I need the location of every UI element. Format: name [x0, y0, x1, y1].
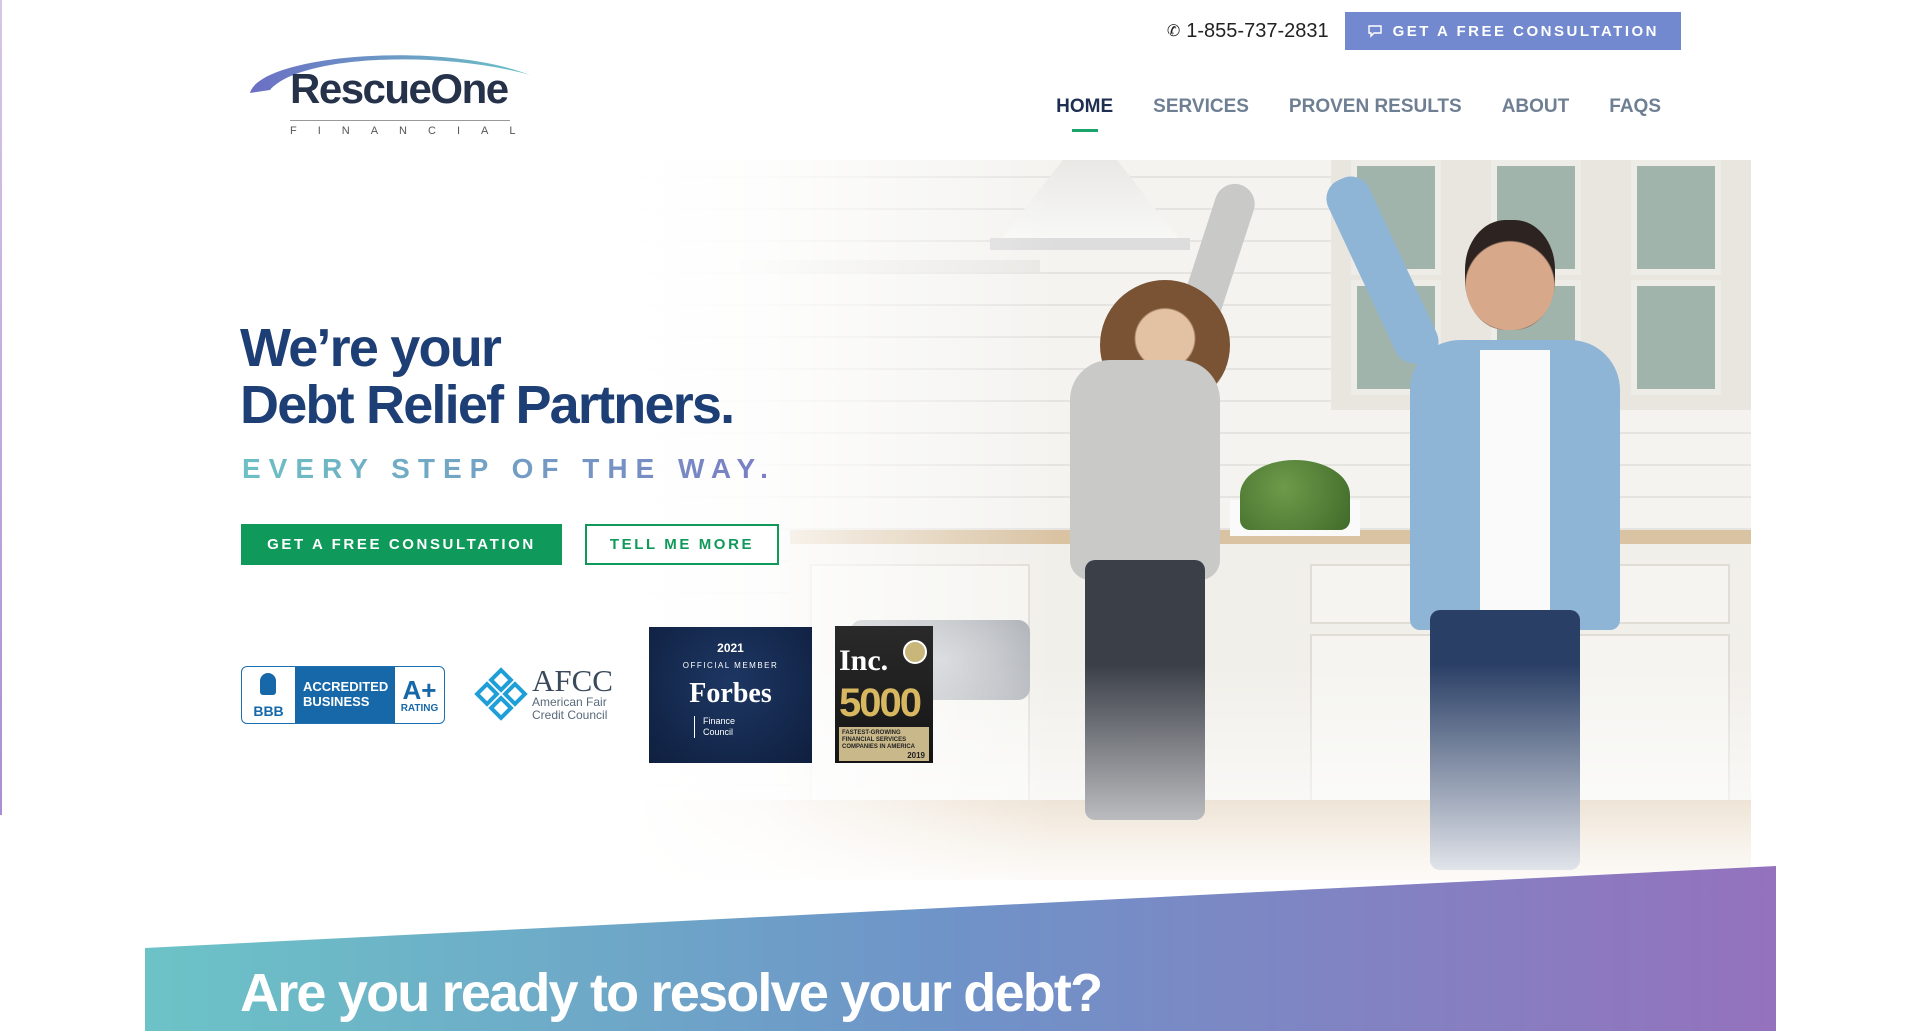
top-consultation-label: GET A FREE CONSULTATION [1392, 22, 1659, 40]
tell-me-more-button[interactable]: TELL ME MORE [585, 524, 779, 565]
afcc-line2: Credit Council [532, 708, 608, 722]
bbb-text: ACCREDITED BUSINESS [295, 667, 395, 723]
forbes-council: Finance Council [694, 716, 754, 738]
free-consultation-button[interactable]: GET A FREE CONSULTATION [241, 524, 562, 565]
inc-seal-icon [903, 640, 927, 664]
nav-proven-results[interactable]: PROVEN RESULTS [1289, 96, 1462, 118]
phone-link[interactable]: ✆ 1-855-737-2831 [1167, 20, 1329, 43]
page: ✆ 1-855-737-2831 GET A FREE CONSULTATION… [0, 0, 1921, 1031]
inc-number: 5000 [839, 681, 922, 725]
afcc-badge[interactable]: AFCC American Fair Credit Council [474, 663, 621, 724]
top-consultation-button[interactable]: GET A FREE CONSULTATION [1344, 12, 1681, 50]
logo[interactable]: RescueOne FINANCIAL [240, 45, 530, 145]
top-bar: ✆ 1-855-737-2831 GET A FREE CONSULTATION [1167, 12, 1681, 50]
left-edge-accent [0, 0, 2, 815]
afcc-text: AFCC American Fair Credit Council [532, 663, 613, 722]
logo-subtitle: FINANCIAL [290, 125, 537, 137]
inc-5000-badge[interactable]: Inc. 5000 FASTEST-GROWING FINANCIAL SERV… [835, 626, 933, 763]
afcc-logo-icon [474, 667, 528, 721]
cta-band-title: Are you ready to resolve your debt? [240, 963, 1103, 1023]
nav-about[interactable]: ABOUT [1502, 96, 1570, 118]
forbes-badge[interactable]: 2021 OFFICIAL MEMBER Forbes Finance Coun… [649, 627, 812, 763]
inc-caption: FASTEST-GROWING FINANCIAL SERVICES COMPA… [842, 730, 916, 750]
forbes-name: Forbes [689, 678, 772, 709]
phone-icon: ✆ [1166, 23, 1181, 40]
photo-fade-overlay [630, 160, 1751, 880]
bbb-rating: A+ RATING [395, 667, 444, 723]
forbes-year: 2021 [717, 641, 744, 655]
afcc-title: AFCC [532, 663, 613, 698]
hero-photo [630, 160, 1751, 880]
forbes-member: OFFICIAL MEMBER [682, 661, 779, 670]
inc-word: Inc. [839, 644, 889, 677]
logo-divider [290, 120, 510, 121]
bbb-seal-text: BBB [253, 703, 284, 719]
hero-headline: We’re your Debt Relief Partners. [240, 318, 735, 435]
forbes-line1: Finance [703, 716, 736, 726]
nav-services[interactable]: SERVICES [1153, 96, 1249, 118]
hero-headline-line2: Debt Relief Partners. [240, 375, 735, 435]
forbes-line2: Council [703, 727, 734, 737]
inc-caption-box: FASTEST-GROWING FINANCIAL SERVICES COMPA… [839, 727, 929, 761]
bbb-line1: ACCREDITED [303, 679, 389, 694]
chat-bubble-icon [1367, 24, 1383, 38]
nav-faqs[interactable]: FAQS [1609, 96, 1661, 118]
bbb-seal-icon: BBB [242, 667, 295, 723]
bbb-line2: BUSINESS [303, 694, 370, 709]
phone-number: 1-855-737-2831 [1186, 19, 1329, 42]
bbb-badge[interactable]: BBB ACCREDITED BUSINESS A+ RATING [241, 666, 445, 724]
main-nav: HOME SERVICES PROVEN RESULTS ABOUT FAQS [1056, 96, 1661, 118]
hero-tagline: EVERY STEP OF THE WAY. [242, 453, 776, 484]
logo-wordmark: RescueOne [290, 65, 509, 112]
bbb-grade-label: RATING [400, 702, 439, 714]
bbb-grade: A+ [402, 674, 437, 705]
hero-headline-line1: We’re your [240, 318, 502, 378]
inc-year: 2019 [907, 751, 925, 760]
nav-home[interactable]: HOME [1056, 96, 1113, 118]
